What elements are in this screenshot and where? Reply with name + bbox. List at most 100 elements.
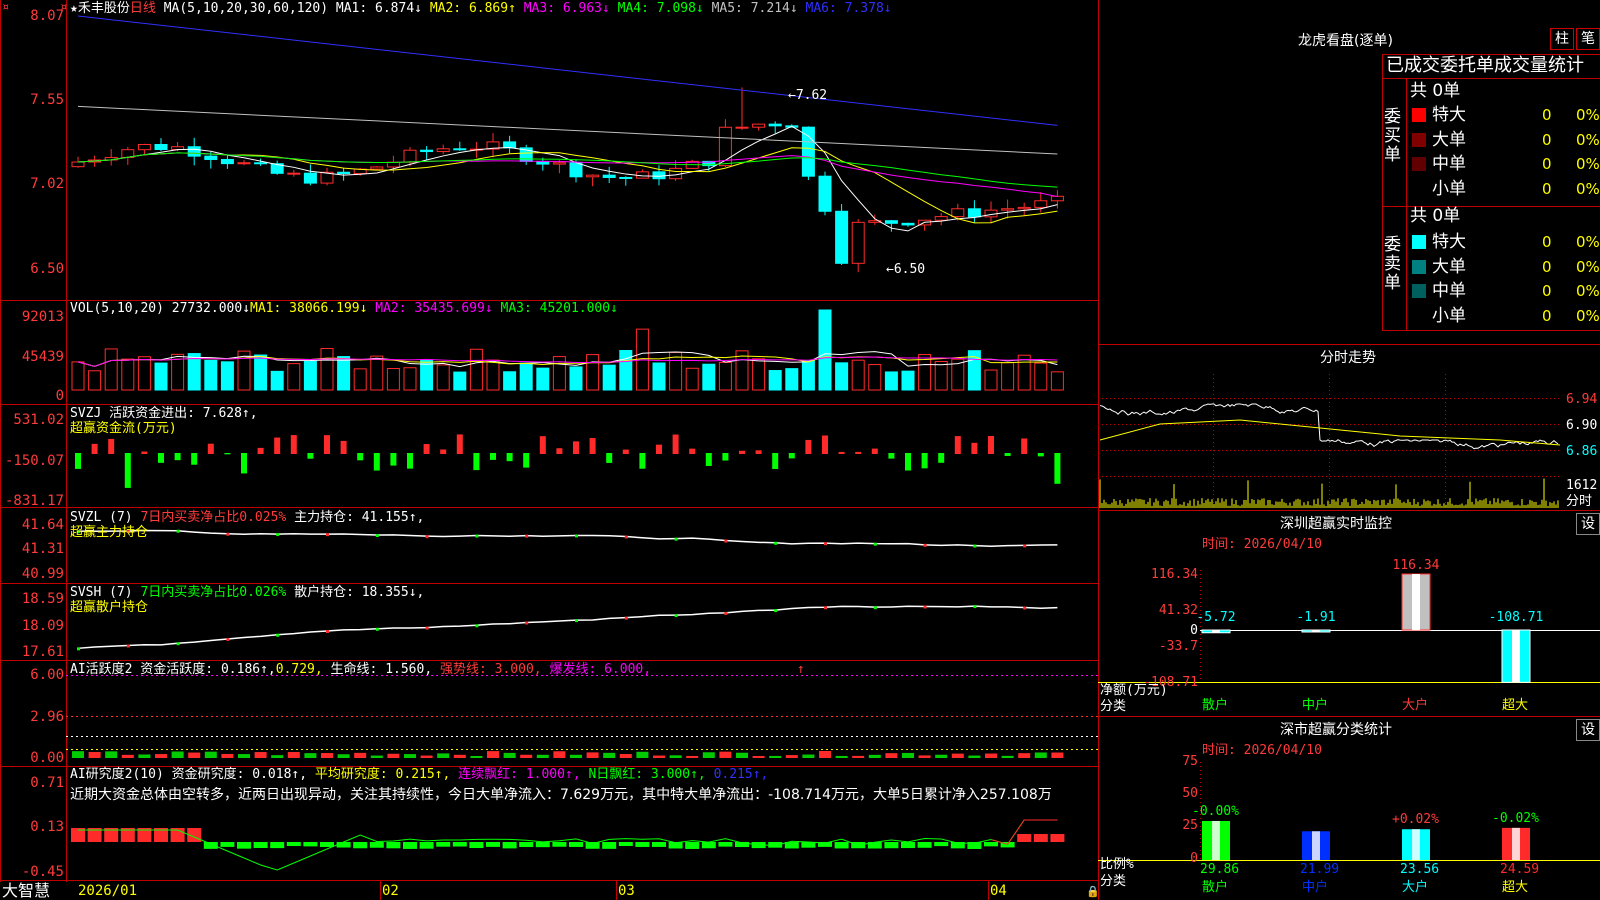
x-axis-label: 03: [618, 883, 635, 899]
monitor-bar-highlight: [1312, 630, 1320, 632]
stats-change-label: +0.02%: [1392, 812, 1439, 828]
buy-side-label: 委买单: [1384, 107, 1401, 165]
intraday-tick: 6.86: [1566, 444, 1598, 459]
svzj-value: 活跃资金进出: 7.628↑,: [109, 406, 258, 421]
vol-tick: 0: [55, 388, 64, 404]
vol-ma1: MA1: 38066.199↓: [250, 301, 368, 316]
buy-row-name: 大单: [1432, 129, 1466, 150]
ai2-avg: 平均研究度: 0.215↑,: [314, 767, 451, 782]
price-tick: 7.02: [30, 176, 64, 192]
ai2-comment: 近期大资金总体由空转多，近两日出现异动，关注其持续性，今日大单净流入：7.629…: [70, 787, 1052, 803]
period-label[interactable]: 日线: [130, 1, 156, 16]
price-tick: 7.55: [30, 92, 64, 108]
sell-row-count: 0: [1542, 257, 1552, 276]
ma5-value: MA5: 7.214↓: [711, 1, 798, 16]
sell-row-name: 中单: [1432, 281, 1466, 301]
monitor-settings-button[interactable]: 设: [1576, 513, 1600, 535]
buy-row-count: 0: [1542, 130, 1552, 149]
lhb-subtitle: 已成交委托单成交量统计: [1386, 55, 1584, 76]
monitor-bar-highlight: [1512, 630, 1520, 683]
monitor-bar-label: -1.91: [1296, 610, 1336, 625]
stats-bar-highlight: [1412, 829, 1420, 860]
ma1-value: MA1: 6.874↓: [335, 1, 422, 16]
bar-view-button[interactable]: 柱: [1550, 28, 1574, 50]
ai1-header: AI活跃度2 资金活跃度: 0.186↑,0.729, 生命线: 1.560, …: [70, 662, 805, 677]
price-tick: 8.07: [30, 8, 64, 24]
svzj-tick: -831.17: [4, 493, 64, 509]
vol-ma2: MA2: 35435.699↓: [375, 301, 493, 316]
intraday-tick: 6.94: [1566, 392, 1598, 407]
side-charts: [1099, 403, 1561, 860]
svzj-header: SVZJ 活跃资金进出: 7.628↑,: [70, 406, 258, 421]
buy-row-name: 中单: [1432, 154, 1466, 174]
stats-change-label: -0.02%: [1492, 810, 1539, 826]
intraday-tick: 6.90: [1566, 418, 1598, 433]
ma6-value: MA6: 7.378↓: [805, 1, 892, 16]
svsh-header: SVSH (7) 7日内买卖净占比0.026% 散户持仓: 18.355↓,: [70, 585, 424, 600]
svzl-tick: 41.31: [21, 541, 64, 557]
buy-row-count: 0: [1542, 179, 1552, 198]
ai1-burst: 爆发线: 6.000,: [549, 662, 652, 677]
stats-change-label: -0.00%: [1192, 803, 1239, 819]
svzj-subtitle: 超赢资金流(万元): [70, 421, 177, 436]
high-price-label: ←7.62: [788, 88, 828, 103]
ma3-value: MA3: 6.963↓: [523, 1, 610, 16]
app-logo: 大智慧: [2, 881, 51, 900]
svzj-tick: -150.07: [4, 453, 64, 469]
stats-settings-button[interactable]: 设: [1576, 719, 1600, 741]
sell-row-count: 0: [1542, 306, 1552, 325]
buy-row-pct: 0%: [1576, 130, 1600, 149]
ai1-tick: 2.96: [30, 709, 64, 725]
vol-tick: 92013: [21, 309, 64, 325]
stats-bar-highlight: [1512, 827, 1520, 860]
monitor-bar: [1401, 573, 1431, 631]
lhb-title: 龙虎看盘(逐单): [1298, 33, 1393, 49]
ai1-tick: 6.00: [30, 667, 64, 683]
stats-value-label: 24.59: [1500, 862, 1540, 877]
monitor-category: 大户: [1402, 698, 1429, 713]
intraday-title: 分时走势: [1320, 350, 1376, 366]
stats-bar: [1402, 829, 1430, 860]
monitor-category: 中户: [1302, 698, 1329, 713]
buy-color-swatch: [1412, 157, 1426, 171]
monitor-bar: [1201, 629, 1231, 634]
svsh-tick: 18.09: [21, 618, 64, 634]
svzj-tick: 531.02: [13, 412, 64, 428]
svzj-name: SVZJ: [70, 406, 102, 421]
vol-value: 27732.000↓: [171, 301, 251, 316]
monitor-bar-label: -5.72: [1196, 610, 1236, 625]
svsh-ratio: 7日内买卖净占比0.026%: [140, 585, 287, 600]
svzl-tick: 40.99: [21, 566, 64, 582]
ai1-activity: AI活跃度2 资金活跃度: 0.186↑,: [70, 662, 276, 677]
intraday-price-line: [1099, 403, 1559, 450]
stats-bar: [1202, 820, 1230, 860]
monitor-bar-highlight: [1412, 574, 1420, 630]
sell-row-count: 0: [1542, 233, 1552, 251]
sell-color-swatch: [1412, 308, 1426, 323]
svzl-name: SVZL (7): [70, 510, 133, 525]
ai2-header: AI研究度2(10) 资金研究度: 0.018↑, 平均研究度: 0.215↑,…: [70, 767, 768, 782]
buy-row-pct: 0%: [1576, 155, 1600, 173]
favorite-star-icon[interactable]: ★: [70, 1, 78, 16]
svsh-value: 散户持仓: 18.355↓,: [294, 585, 425, 600]
stats-cat: 分类: [1100, 874, 1127, 889]
vol-ma3: MA3: 45201.000↓: [500, 301, 618, 316]
stats-bar: [1302, 831, 1330, 860]
tick-view-button[interactable]: 笔: [1576, 28, 1600, 50]
svsh-tick: 18.59: [21, 591, 64, 607]
ai2-tick: 0.71: [30, 775, 64, 791]
ai1-strong: 强势线: 3.000,: [440, 662, 542, 677]
stats-bar: [1502, 827, 1530, 860]
vol-name: VOL(5,10,20): [70, 301, 164, 316]
buy-total: 共 0单: [1410, 81, 1461, 101]
buy-row-name: 特大: [1432, 105, 1466, 125]
svzl-subtitle: 超赢主力持仓: [70, 525, 149, 540]
monitor-time: 时间: 2026/04/10: [1202, 537, 1322, 552]
buy-row-count: 0: [1542, 106, 1552, 124]
sell-row-pct: 0%: [1576, 257, 1600, 276]
sell-row-count: 0: [1542, 282, 1552, 300]
lock-icon[interactable]: 🔒: [1086, 884, 1100, 899]
ai1-tick: 0.00: [30, 750, 64, 766]
stats-category: 超大: [1502, 880, 1529, 895]
stats-ytick: 50: [1182, 786, 1198, 801]
